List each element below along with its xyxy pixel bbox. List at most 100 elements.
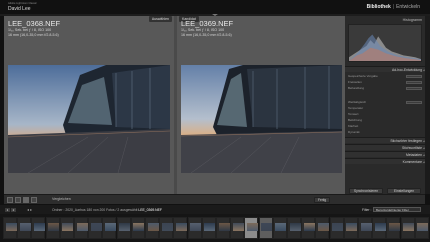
folder-path: Ordner : 2020_Aarhus (52, 207, 86, 212)
app-brand: David Lee (8, 6, 31, 12)
filmstrip-thumbnail[interactable] (301, 217, 316, 239)
filmstrip-thumbnail[interactable] (400, 217, 415, 239)
back-arrow-icon[interactable]: ◂ (27, 207, 29, 212)
vibrance-row[interactable]: Dynamik (348, 130, 422, 135)
filmstrip-thumbnail[interactable] (102, 217, 117, 239)
filmstrip-thumbnail[interactable] (258, 217, 273, 239)
candidate-pane[interactable]: Kandidat LEE_0369.NEF 1/₆₀ Sek. bei ƒ / … (177, 16, 345, 194)
saved-preset-value[interactable] (406, 75, 422, 78)
thumbnail-image (346, 223, 358, 231)
filmstrip-thumbnail[interactable] (201, 217, 216, 239)
select-filename: LEE_0368.NEF (8, 19, 61, 28)
comments-header[interactable]: Kommentare (345, 158, 425, 165)
compare-icon[interactable] (23, 197, 29, 203)
filmstrip-thumbnail[interactable] (130, 217, 145, 239)
filmstrip-thumbnail[interactable] (315, 217, 330, 239)
filmstrip-thumbnail[interactable] (244, 217, 259, 239)
select-lens: 16 mm (16,0-35,0 mm f/2.8-5.6) (8, 33, 59, 37)
forward-arrow-icon[interactable]: ▸ (30, 207, 32, 212)
filmstrip-thumbnail[interactable] (386, 217, 401, 239)
thumbnail-image (417, 223, 429, 231)
thumbnail-image (48, 223, 60, 231)
filmstrip-thumbnail[interactable] (414, 217, 429, 239)
current-file: LEE_0369.NEF (138, 207, 162, 212)
filmstrip-thumbnail[interactable] (3, 217, 17, 239)
metadata-header[interactable]: Metadaten (345, 151, 425, 158)
filmstrip-thumbnail[interactable] (358, 217, 372, 239)
filmstrip-thumbnail[interactable] (287, 217, 301, 239)
compare-label: Vergleichen (52, 197, 71, 201)
grid-icon[interactable] (7, 197, 13, 203)
filmstrip-thumbnail[interactable] (45, 217, 60, 239)
filmstrip-thumbnail[interactable] (116, 217, 131, 239)
thumbnail-image (332, 223, 344, 231)
white-balance-row[interactable]: Weißabgleich (348, 100, 422, 105)
filmstrip-thumbnail[interactable] (343, 217, 358, 239)
app-name-small: Adobe Lightroom Classic (8, 2, 37, 5)
thumbnail-image (175, 223, 187, 231)
module-library[interactable]: Bibliothek (366, 4, 392, 10)
thumbnail-image (374, 223, 386, 231)
saved-preset-row[interactable]: Gespeicherte Vorgabe (348, 74, 422, 79)
display-2-button[interactable]: 2 (11, 207, 16, 212)
nav-arrows: ◂ ▸ (27, 207, 32, 212)
white-balance-value[interactable] (406, 101, 422, 104)
temperature-label: Temperatur (348, 106, 364, 110)
thumbnail-image (218, 223, 230, 231)
histogram (348, 24, 422, 62)
right-toolbar (345, 194, 425, 204)
filmstrip-thumbnail[interactable] (31, 217, 46, 239)
candidate-filename: LEE_0369.NEF (181, 19, 234, 28)
filmstrip-thumbnail[interactable] (372, 217, 387, 239)
source-indicator[interactable]: Ordner : 2020_Aarhus 180 von 200 Fotos /… (52, 208, 162, 212)
filmstrip-thumbnail[interactable] (59, 217, 74, 239)
exposure-row[interactable]: Belichtung (348, 118, 422, 123)
temperature-row[interactable]: Temperatur (348, 106, 422, 111)
filmstrip-thumbnail[interactable] (17, 217, 32, 239)
filmstrip-thumbnail[interactable] (173, 217, 188, 239)
select-pane[interactable]: Auswählen LEE_0368.NEF 1/₆₀ Sek. bei ƒ /… (4, 16, 174, 194)
thumbnail-image (246, 223, 258, 231)
select-photo[interactable] (8, 65, 170, 173)
toolbar: Vergleichen Fertig (4, 194, 345, 204)
module-picker: Bibliothek | Entwickeln (366, 4, 421, 10)
thumbnail-image (261, 223, 273, 231)
filter-select[interactable]: Benutzerdefinierter Filter (373, 207, 421, 212)
filmstrip-thumbnail[interactable] (272, 217, 287, 239)
quick-develop-header[interactable]: Ad-hoc-Entwicklung (345, 66, 425, 73)
module-develop[interactable]: Entwickeln (395, 4, 421, 10)
filmstrip-thumbnail[interactable] (74, 217, 88, 239)
thumbnail-image (161, 223, 173, 231)
filmstrip-thumbnail[interactable] (145, 217, 159, 239)
candidate-lens: 16 mm (16,0-35,0 mm f/2.8-5.6) (181, 33, 232, 37)
filter-label: Filter : (362, 207, 372, 212)
crop-row[interactable]: Freistellen (348, 80, 422, 85)
loupe-icon[interactable] (15, 197, 21, 203)
filmstrip-thumbnail[interactable] (159, 217, 174, 239)
filmstrip-thumbnail[interactable] (329, 217, 344, 239)
right-panel-toggle[interactable] (425, 16, 430, 194)
vibrance-label: Dynamik (348, 130, 360, 134)
filmstrip-thumbnail[interactable] (230, 217, 245, 239)
filmstrip-thumbnail[interactable] (187, 217, 202, 239)
crop-value[interactable] (406, 81, 422, 84)
identity-plate: Adobe Lightroom Classic David Lee Biblio… (0, 0, 430, 14)
filmstrip-thumbnail[interactable] (216, 217, 230, 239)
tone-label: Tonwert (348, 112, 359, 116)
treatment-value[interactable] (406, 87, 422, 90)
thumbnail-image (303, 223, 315, 231)
thumbnail-image (232, 223, 244, 231)
survey-icon[interactable] (31, 197, 37, 203)
tone-row[interactable]: Tonwert (348, 112, 422, 117)
done-button[interactable]: Fertig (314, 197, 331, 203)
crop-label: Freistellen (348, 80, 362, 84)
histogram-header[interactable]: Histogramm (345, 17, 425, 23)
display-1-button[interactable]: 1 (5, 207, 10, 212)
keyword-list-header[interactable]: Stichwortliste (345, 144, 425, 151)
candidate-photo[interactable] (181, 65, 342, 173)
thumbnail-image (147, 223, 159, 231)
clarity-row[interactable]: Klarheit (348, 124, 422, 129)
filmstrip-thumbnail[interactable] (88, 217, 103, 239)
treatment-row[interactable]: Behandlung (348, 86, 422, 91)
keywording-header[interactable]: Stichwörter festlegen (345, 137, 425, 144)
